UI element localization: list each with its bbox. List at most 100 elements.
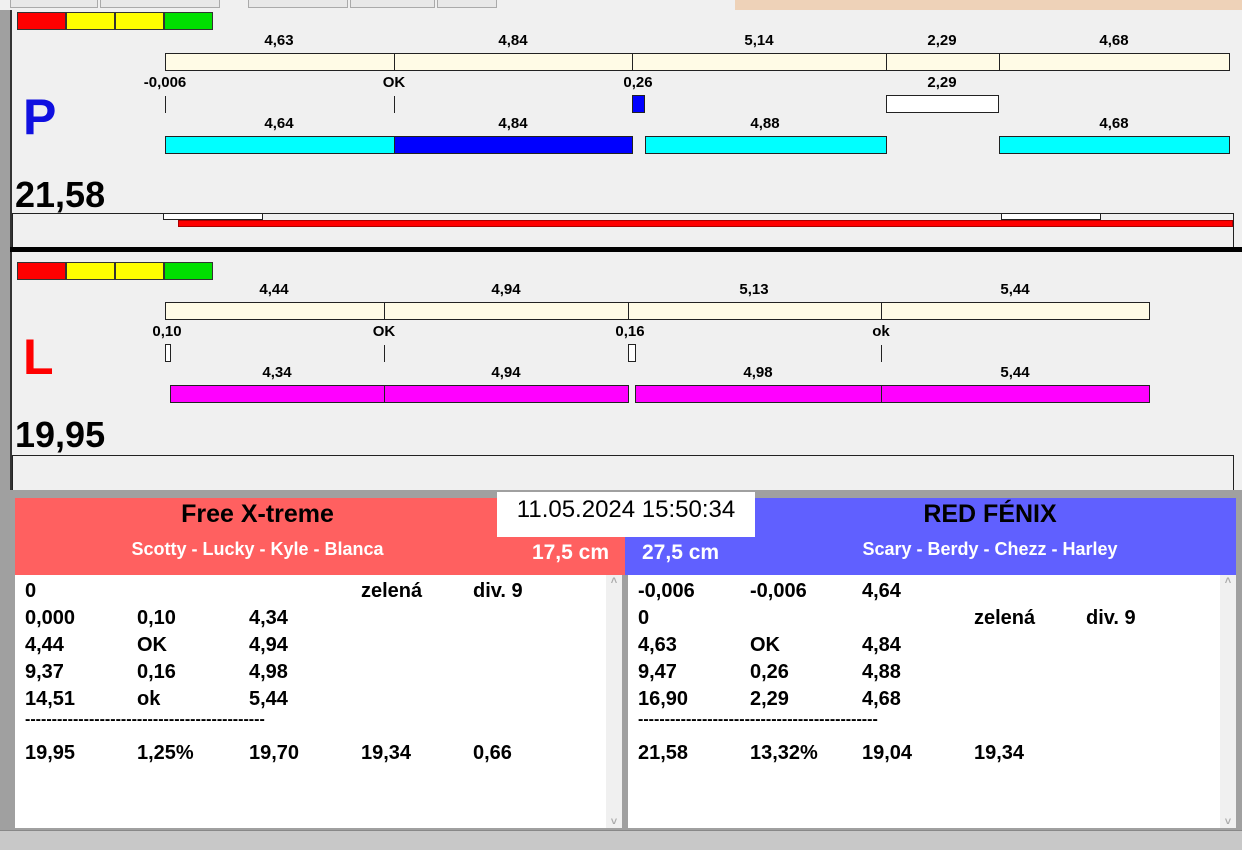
log-cell: 21,58 [638, 742, 689, 764]
scroll-up-icon[interactable]: ˄ [1220, 575, 1236, 587]
team-b-log[interactable]: ˄ ˅ -0,006 -0,006 4,64 0 zelená div. 9 4,63 OK 4,… [628, 575, 1236, 828]
log-cell: ----------------------------------------… [638, 711, 878, 728]
log-cell: 5,44 [249, 688, 288, 710]
lane-total: 19,95 [15, 414, 106, 455]
check-label: OK [382, 74, 406, 91]
marker [632, 95, 645, 113]
segment-label: 4,63 [264, 32, 294, 49]
segment-label: 5,13 [739, 281, 769, 298]
log-cell: 19,34 [361, 742, 412, 764]
check-label: 0,16 [615, 323, 645, 340]
light-red [17, 262, 66, 280]
segment [886, 53, 1000, 71]
log-cell: OK [137, 634, 167, 656]
log-cell: 4,64 [862, 580, 901, 602]
tab[interactable] [437, 0, 497, 8]
tab[interactable] [10, 0, 98, 8]
light-yellow [66, 12, 115, 30]
log-cell: 0,000 [25, 607, 76, 629]
lane-letter: L [23, 329, 54, 385]
segment-label: 5,14 [744, 32, 774, 49]
log-cell: 4,34 [249, 607, 288, 629]
log-cell: 4,63 [638, 634, 677, 656]
scrollbar[interactable]: ˄ ˅ [606, 575, 622, 828]
log-cell: 4,84 [862, 634, 901, 656]
segment [999, 136, 1230, 154]
segment [999, 53, 1230, 71]
marker [165, 344, 171, 362]
log-cell: ok [137, 688, 161, 710]
scroll-down-icon[interactable]: ˅ [1220, 816, 1236, 828]
log-cell: 19,34 [974, 742, 1025, 764]
segment-label: 4,84 [498, 115, 528, 132]
team-a-name: Free X-treme [181, 500, 334, 528]
segment-label: 4,88 [750, 115, 780, 132]
segment-label: 4,64 [264, 115, 294, 132]
log-cell: 16,90 [638, 688, 689, 710]
check-label: 2,29 [927, 74, 957, 91]
segment [394, 53, 633, 71]
check-label: 0,26 [623, 74, 653, 91]
log-cell: 1,25% [137, 742, 194, 764]
marker [628, 344, 636, 362]
segment [165, 136, 395, 154]
log-cell: div. 9 [1086, 607, 1136, 629]
check-label: OK [372, 323, 396, 340]
light-yellow [66, 262, 115, 280]
tab[interactable] [248, 0, 348, 8]
log-cell: zelená [974, 607, 1036, 629]
segment [384, 385, 629, 403]
team-b-members: Scary - Berdy - Chezz - Harley [862, 539, 1118, 559]
check-label: 0,10 [152, 323, 182, 340]
segment-label: 4,68 [1099, 32, 1129, 49]
tick [165, 96, 166, 113]
log-cell: 4,68 [862, 688, 901, 710]
segment-label: 4,84 [498, 32, 528, 49]
log-cell: 4,98 [249, 661, 288, 683]
tick [394, 96, 395, 113]
segment [632, 53, 887, 71]
log-cell: 13,32% [750, 742, 818, 764]
light-green [164, 262, 213, 280]
log-cell: -0,006 [750, 580, 807, 602]
log-cell: 0,16 [137, 661, 176, 683]
log-cell: -0,006 [638, 580, 695, 602]
team-a-log[interactable]: ˄ ˅ 0 zelená div. 9 0,000 0,10 4,34 4,44 OK 4,94 9… [15, 575, 622, 828]
log-cell: 0 [25, 580, 37, 602]
team-b-distance: 27,5 cm [642, 541, 720, 564]
log-cell: 0,26 [750, 661, 789, 683]
datetime: 11.05.2024 15:50:34 [497, 492, 755, 537]
tick [881, 345, 882, 362]
progress-marker [163, 213, 263, 220]
log-cell: 9,47 [638, 661, 677, 683]
progress-marker [1001, 213, 1101, 220]
lane-letter: P [23, 89, 57, 145]
log-cell: 2,29 [750, 688, 789, 710]
segment-label: 5,44 [1000, 281, 1030, 298]
light-green [164, 12, 213, 30]
scrollbar[interactable]: ˄ ˅ [1220, 575, 1236, 828]
log-cell: 4,44 [25, 634, 64, 656]
log-cell: 19,04 [862, 742, 913, 764]
marker [886, 95, 999, 113]
log-cell: ----------------------------------------… [25, 711, 265, 728]
segment [881, 302, 1150, 320]
log-cell: div. 9 [473, 580, 523, 602]
log-cell: 9,37 [25, 661, 64, 683]
scroll-up-icon[interactable]: ˄ [606, 575, 622, 587]
progress-track [12, 455, 1234, 490]
scroll-down-icon[interactable]: ˅ [606, 816, 622, 828]
team-a-distance: 17,5 cm [531, 541, 609, 564]
tab[interactable] [100, 0, 220, 8]
segment [645, 136, 887, 154]
log-cell: 0 [638, 607, 650, 629]
lane-total: 21,58 [15, 174, 106, 215]
tick [384, 345, 385, 362]
segment [635, 385, 882, 403]
segment-label: 5,44 [1000, 364, 1030, 381]
segment [628, 302, 882, 320]
check-label: -0,006 [143, 74, 187, 91]
segment-label: 4,98 [743, 364, 773, 381]
segment-label: 4,34 [262, 364, 292, 381]
tab[interactable] [350, 0, 435, 8]
